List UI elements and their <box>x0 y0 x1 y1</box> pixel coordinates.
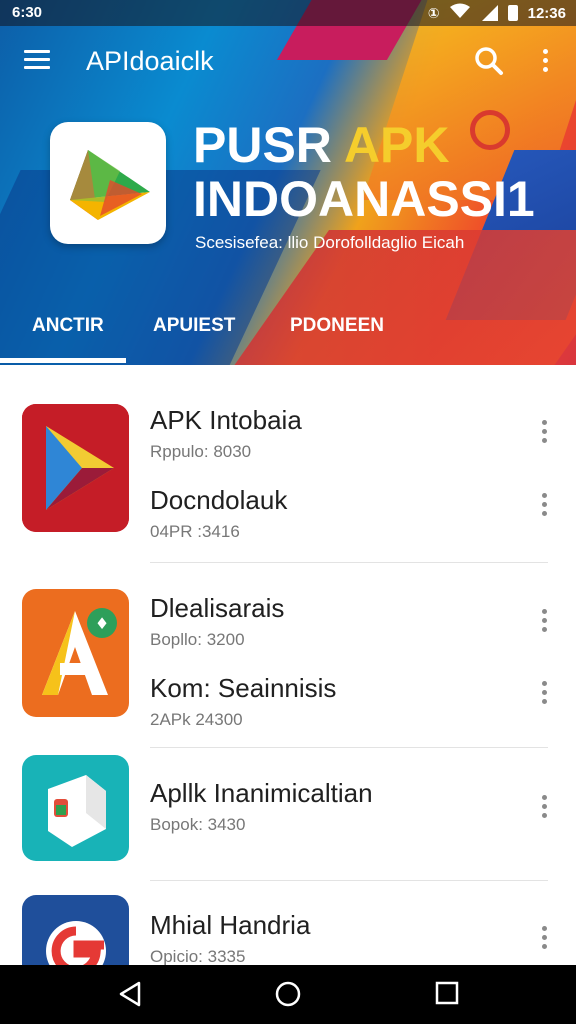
app-meta: 04PR :3416 <box>150 522 240 541</box>
app-name: Dlealisarais <box>150 593 285 623</box>
tab-apuiest[interactable]: APUIEST <box>153 315 235 337</box>
item-overflow-icon[interactable] <box>534 606 554 636</box>
app-meta: Bopok: 3430 <box>150 815 246 834</box>
list-item[interactable]: Docndolauk 04PR :3416 <box>150 485 530 542</box>
status-time-right: 12:36 <box>527 4 566 22</box>
header-banner: 6:30 ① 12:36 APIdoaiclk PUSR APK INDOANA… <box>0 0 576 365</box>
wifi-icon <box>449 3 470 23</box>
app-name: Kom: Seainnisis <box>150 673 337 703</box>
app-meta: Bopllo: 3200 <box>150 630 245 649</box>
divider <box>150 747 548 748</box>
home-icon[interactable] <box>275 981 301 1012</box>
item-overflow-icon[interactable] <box>534 678 554 708</box>
play-triangle-logo-icon <box>70 150 150 220</box>
list-item[interactable]: Apllk Inanimicaltian Bopok: 3430 <box>150 778 530 835</box>
item-overflow-icon[interactable] <box>534 490 554 520</box>
list-item[interactable]: APK Intobaia Rppulo: 8030 <box>150 405 530 462</box>
list-item[interactable]: Mhial Handria Opicio: 3335 <box>150 910 530 967</box>
item-overflow-icon[interactable] <box>534 792 554 822</box>
app-bar: APIdoaiclk <box>0 26 576 96</box>
notification-icon: ① <box>427 4 440 21</box>
list-item[interactable]: Dlealisarais Bopllo: 3200 <box>150 593 530 650</box>
app-name: APK Intobaia <box>150 405 302 435</box>
overflow-icon[interactable] <box>535 46 555 76</box>
google-g-icon[interactable] <box>22 895 129 975</box>
back-icon[interactable] <box>118 981 142 1012</box>
banner-title-line2: INDOANASSI1 <box>193 171 535 227</box>
app-meta: Rppulo: 8030 <box>150 442 252 461</box>
banner-subtitle: Scesisefea: llio Dorofolldaglio Eicah <box>195 233 465 252</box>
app-name: Docndolauk <box>150 485 288 515</box>
banner-title: PUSR APK INDOANASSI1 <box>193 118 535 226</box>
status-time-left: 6:30 <box>12 4 43 21</box>
red-play-icon[interactable] <box>22 404 129 532</box>
status-icons: ① 12:36 <box>428 3 566 23</box>
item-overflow-icon[interactable] <box>534 923 554 953</box>
menu-icon[interactable] <box>24 50 50 70</box>
navigation-bar <box>0 965 576 1024</box>
app-name: Apllk Inanimicaltian <box>150 778 373 808</box>
app-name: Mhial Handria <box>150 910 311 940</box>
tab-indicator <box>0 358 126 363</box>
svg-text:♦: ♦ <box>95 614 109 633</box>
divider <box>150 880 548 881</box>
tab-pdoneen[interactable]: PDONEEN <box>290 315 384 337</box>
search-icon[interactable] <box>474 46 504 76</box>
app-meta: 2APk 24300 <box>150 710 243 729</box>
battery-icon <box>507 5 518 21</box>
tab-bar: ANCTIR APUIEST PDONEEN <box>0 300 576 365</box>
list-item[interactable]: Kom: Seainnisis 2APk 24300 <box>150 673 530 730</box>
recents-icon[interactable] <box>435 981 459 1010</box>
status-bar: 6:30 ① 12:36 <box>0 0 576 26</box>
banner-title-highlight: APK <box>343 117 450 173</box>
signal-icon <box>480 5 498 21</box>
item-overflow-icon[interactable] <box>534 417 554 447</box>
app-meta: Opicio: 3335 <box>150 947 246 966</box>
orange-letter-a-icon[interactable]: ♦ <box>22 589 129 717</box>
divider <box>150 562 548 563</box>
tab-anctir[interactable]: ANCTIR <box>32 315 104 337</box>
banner-title-part1: PUSR <box>193 117 344 173</box>
teal-box-icon[interactable] <box>22 755 129 861</box>
banner-logo <box>50 122 166 244</box>
app-title: APIdoaiclk <box>86 46 214 76</box>
